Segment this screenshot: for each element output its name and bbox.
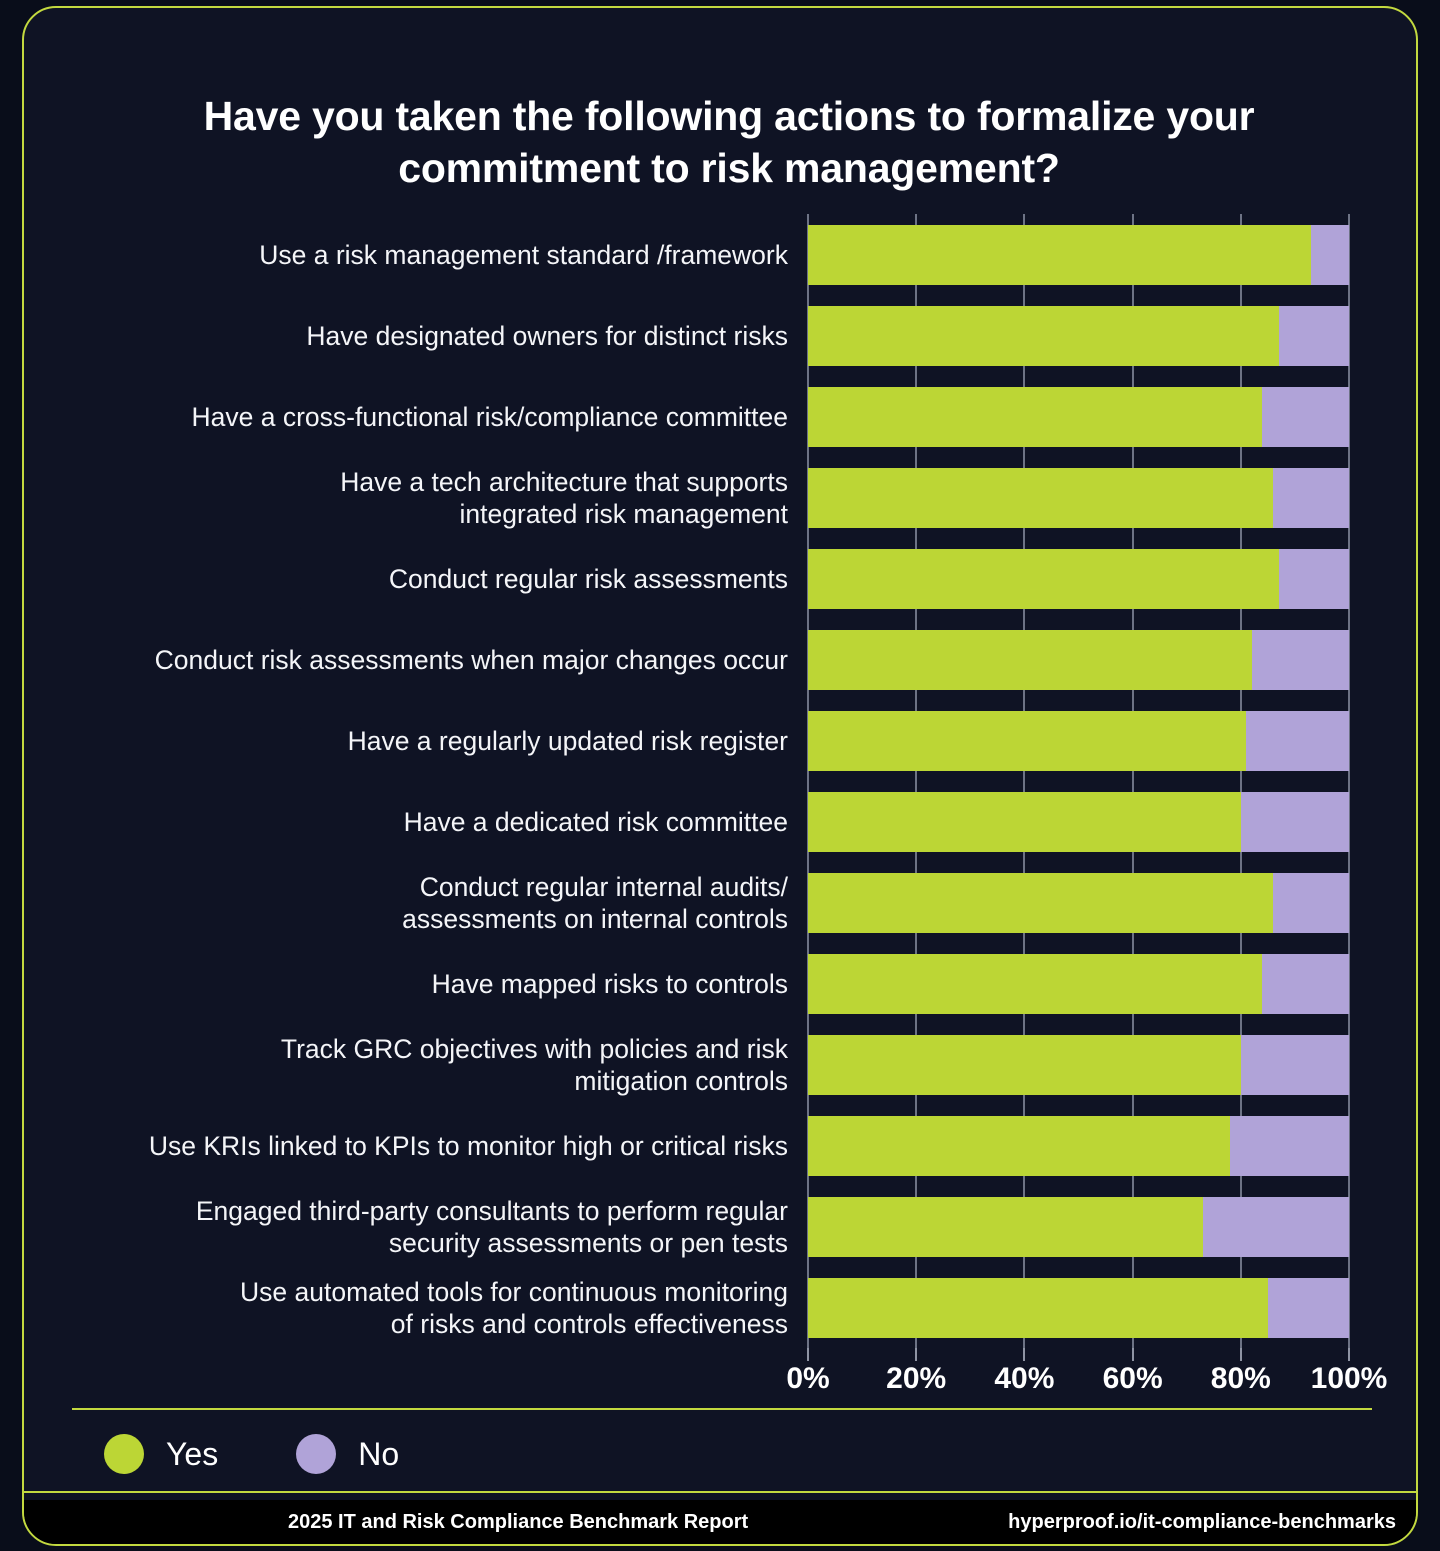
footer-report-name: 2025 IT and Risk Compliance Benchmark Re…	[288, 1511, 749, 1533]
bar-row	[808, 1034, 1349, 1095]
bar-row	[808, 629, 1349, 690]
bar-segment-yes	[808, 629, 1252, 690]
bar-row	[808, 1115, 1349, 1176]
bar-segment-no	[1202, 1196, 1349, 1257]
bar-segment-yes	[808, 1277, 1268, 1338]
bar-segment-yes	[808, 548, 1279, 609]
gridline-0	[807, 214, 809, 1348]
bar-row	[808, 305, 1349, 366]
legend-item-no[interactable]: No	[296, 1434, 399, 1474]
gridline-100	[1348, 214, 1350, 1348]
x-tick-label: 80%	[1210, 1362, 1271, 1395]
category-label: Have a regularly updated risk register	[347, 725, 788, 756]
bar-segment-no	[1273, 872, 1349, 933]
bar-segment-no	[1278, 305, 1349, 366]
bar-segment-yes	[808, 953, 1263, 1014]
bar-segment-yes	[808, 467, 1274, 528]
bar-segment-no	[1262, 953, 1349, 1014]
category-label: Engaged third-party consultants to perfo…	[195, 1195, 788, 1258]
category-label: Track GRC objectives with policies and r…	[280, 1033, 788, 1096]
bar-row	[808, 224, 1349, 285]
category-label: Have a cross-functional risk/compliance …	[191, 401, 788, 432]
bar-row	[808, 386, 1349, 447]
bar-segment-yes	[808, 386, 1263, 447]
bar-segment-no	[1273, 467, 1349, 528]
category-label: Conduct regular internal audits/ assessm…	[402, 871, 788, 934]
bar-segment-no	[1229, 1115, 1349, 1176]
bar-row	[808, 710, 1349, 771]
bar-segment-no	[1246, 710, 1349, 771]
bar-segment-no	[1267, 1277, 1349, 1338]
bar-row	[808, 953, 1349, 1014]
category-label: Have a dedicated risk committee	[403, 806, 788, 837]
bar-segment-no	[1240, 1034, 1349, 1095]
gridline-40	[1023, 214, 1026, 1348]
bar-row	[808, 548, 1349, 609]
gridline-20	[915, 214, 918, 1348]
bar-segment-yes	[808, 305, 1279, 366]
category-label: Use a risk management standard /framewor…	[259, 239, 788, 270]
x-tick-label: 0%	[786, 1362, 830, 1395]
bar-row	[808, 1196, 1349, 1257]
bar-segment-no	[1251, 629, 1349, 690]
category-label: Use automated tools for continuous monit…	[240, 1276, 788, 1339]
category-label: Have designated owners for distinct risk…	[306, 320, 788, 351]
bar-segment-yes	[808, 1196, 1203, 1257]
bar-row	[808, 872, 1349, 933]
bar-segment-no	[1240, 791, 1349, 852]
bar-segment-yes	[808, 1034, 1241, 1095]
x-tick-mark	[1023, 1348, 1026, 1361]
bar-segment-yes	[808, 872, 1274, 933]
x-tick-label: 20%	[886, 1362, 947, 1395]
legend-divider	[72, 1408, 1372, 1410]
category-label: Use KRIs linked to KPIs to monitor high …	[148, 1130, 788, 1161]
bar-segment-yes	[808, 1115, 1230, 1176]
chart-card: Have you taken the following actions to …	[22, 6, 1418, 1546]
gridline-60	[1131, 214, 1134, 1348]
bar-row	[808, 791, 1349, 852]
footer-divider	[24, 1491, 1416, 1493]
x-tick-mark	[1239, 1348, 1242, 1361]
x-tick-mark	[1131, 1348, 1134, 1361]
x-tick-label: 100%	[1310, 1362, 1388, 1395]
legend-swatch-yes-icon	[104, 1434, 144, 1474]
bar-row	[808, 467, 1349, 528]
x-tick-label: 60%	[1102, 1362, 1163, 1395]
category-label: Conduct regular risk assessments	[388, 563, 788, 594]
legend-label: Yes	[166, 1435, 219, 1472]
bar-segment-yes	[808, 224, 1312, 285]
plot-area: 0% 20% 40% 60% 80% 100%	[786, 214, 1387, 1395]
category-label: Have a tech architecture that supports i…	[340, 466, 788, 529]
bar-segment-no	[1311, 224, 1349, 285]
x-tick-mark	[915, 1348, 918, 1361]
x-tick-mark	[807, 1348, 809, 1361]
category-label: Have mapped risks to controls	[431, 968, 788, 999]
bar-row	[808, 1277, 1349, 1338]
legend-item-yes[interactable]: Yes	[104, 1434, 218, 1474]
chart-legend: Yes No	[104, 1434, 399, 1474]
category-label: Conduct risk assessments when major chan…	[154, 644, 788, 675]
footer-url: hyperproof.io/it-compliance-benchmarks	[1008, 1511, 1396, 1533]
gridline-80	[1239, 214, 1242, 1348]
bar-segment-no	[1278, 548, 1349, 609]
chart-canvas: 0% 20% 40% 60% 80% 100% Use a risk management…	[24, 8, 1416, 1544]
legend-label: No	[358, 1435, 400, 1472]
footer-bar: 2025 IT and Risk Compliance Benchmark Re…	[24, 1500, 1416, 1544]
x-tick-label: 40%	[994, 1362, 1055, 1395]
bar-segment-yes	[808, 710, 1247, 771]
bar-segment-yes	[808, 791, 1241, 852]
x-tick-mark	[1348, 1348, 1350, 1361]
bar-segment-no	[1262, 386, 1349, 447]
legend-swatch-no-icon	[296, 1434, 337, 1474]
